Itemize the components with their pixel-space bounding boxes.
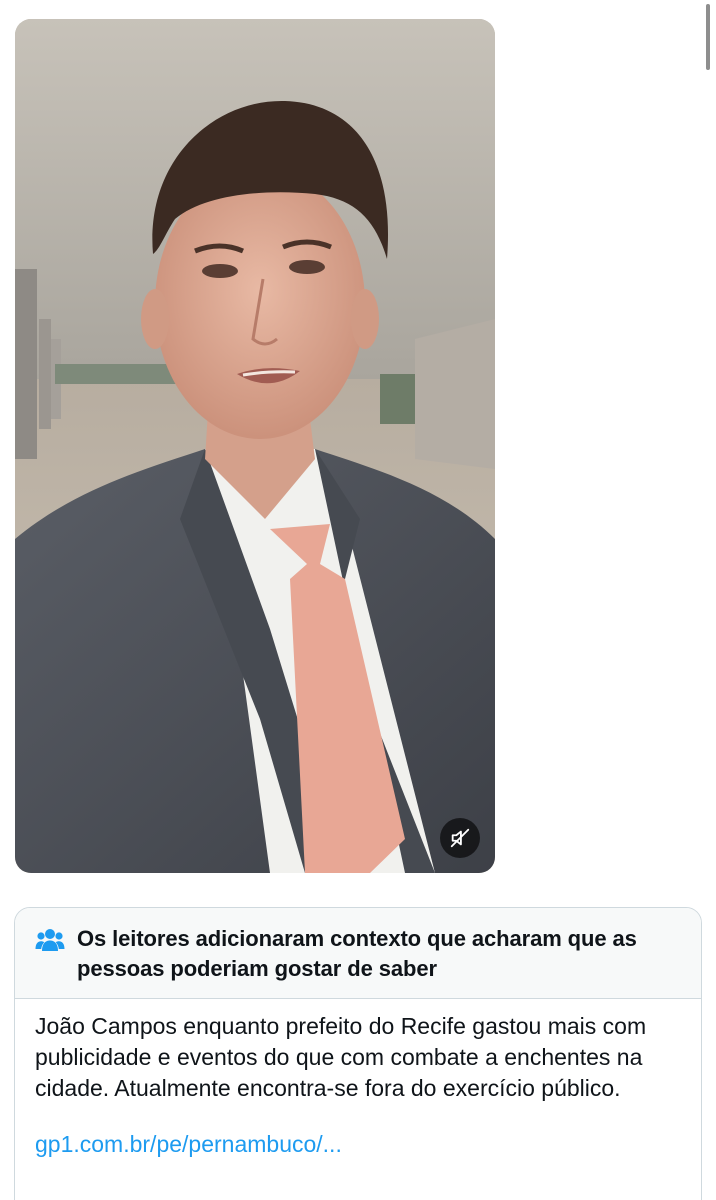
video-player[interactable]: [15, 19, 495, 873]
people-icon: [35, 929, 65, 951]
community-note-header[interactable]: Os leitores adicionaram contexto que ach…: [15, 908, 701, 999]
scrollbar[interactable]: [706, 4, 710, 70]
post-view: Os leitores adicionaram contexto que ach…: [0, 0, 716, 1200]
video-frame: [15, 19, 495, 873]
community-note-body: João Campos enquanto prefeito do Recife …: [15, 999, 701, 1160]
community-note-title: Os leitores adicionaram contexto que ach…: [77, 926, 637, 981]
community-note: Os leitores adicionaram contexto que ach…: [14, 907, 702, 1200]
mute-button[interactable]: [440, 818, 480, 858]
community-note-link[interactable]: gp1.com.br/pe/pernambuco/...: [35, 1129, 681, 1160]
community-note-text: João Campos enquanto prefeito do Recife …: [35, 1013, 647, 1101]
muted-speaker-icon: [450, 828, 470, 848]
